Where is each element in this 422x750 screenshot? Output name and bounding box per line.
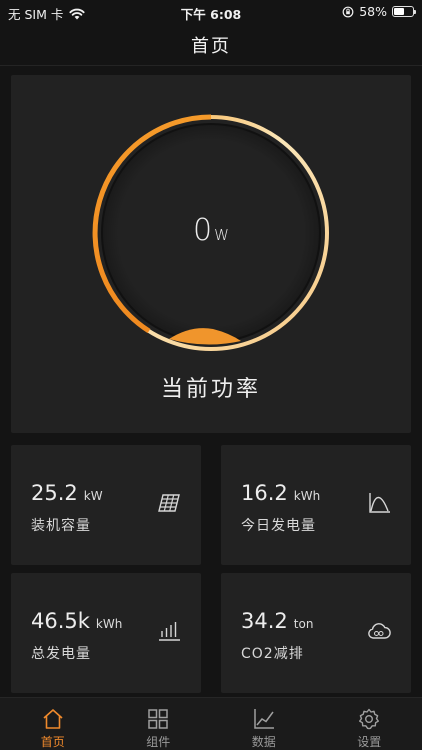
- tab-label: 组件: [146, 735, 171, 749]
- tab-data[interactable]: 数据: [211, 698, 317, 750]
- tab-home[interactable]: 首页: [0, 698, 106, 750]
- stat-value-row: 25.2 kW: [31, 481, 103, 505]
- tab-label: 设置: [357, 735, 382, 749]
- today-generation-card[interactable]: 16.2 kWh 今日发电量: [221, 445, 411, 565]
- current-power-card: 0W 当前功率: [11, 75, 411, 433]
- tab-label: 首页: [40, 735, 65, 749]
- gear-icon: [359, 708, 380, 730]
- stat-label: 装机容量: [31, 518, 91, 534]
- nav-bar: 首页: [0, 24, 422, 66]
- power-value: 0: [193, 213, 213, 248]
- grid-icon: [148, 709, 168, 729]
- battery-icon: [392, 6, 416, 17]
- stat-value-row: 16.2 kWh: [241, 481, 320, 505]
- stat-value: 25.2: [31, 481, 78, 505]
- solar-panel-icon: [158, 494, 180, 512]
- tab-components[interactable]: 组件: [106, 698, 212, 750]
- orientation-lock-icon: [342, 6, 354, 17]
- stat-unit: kWh: [95, 617, 123, 631]
- power-label: 当前功率: [160, 377, 261, 402]
- tab-settings[interactable]: 设置: [317, 698, 422, 750]
- stat-label: 总发电量: [31, 646, 91, 662]
- line-chart-icon: [254, 709, 274, 729]
- stat-unit: ton: [293, 617, 314, 631]
- battery-percent: 58%: [359, 4, 387, 19]
- installed-capacity-card[interactable]: 25.2 kW 装机容量: [11, 445, 201, 565]
- co2-cloud-icon: [368, 623, 391, 639]
- stat-label: 今日发电量: [241, 518, 316, 534]
- stat-unit: kWh: [293, 489, 321, 503]
- home-icon: [43, 709, 63, 729]
- battery-fill: [394, 8, 405, 15]
- co2-reduction-card[interactable]: 34.2 ton CO2减排: [221, 573, 411, 693]
- power-unit: W: [214, 226, 229, 244]
- stat-label: CO2减排: [241, 646, 304, 662]
- stat-value: 16.2: [241, 481, 288, 505]
- page-title: 首页: [191, 36, 231, 57]
- tab-bar: 首页 组件 数据 设置: [0, 697, 422, 750]
- status-bar: 无 SIM 卡 下午 6:08 58%: [0, 0, 422, 24]
- status-right: 58%: [342, 4, 416, 19]
- stat-value-row: 46.5k kWh: [31, 609, 122, 633]
- bar-chart-icon: [159, 622, 180, 641]
- total-generation-card[interactable]: 46.5k kWh 总发电量: [11, 573, 201, 693]
- stat-value: 34.2: [241, 609, 288, 633]
- stat-unit: kW: [83, 489, 103, 503]
- curve-chart-icon: [369, 493, 390, 513]
- tab-label: 数据: [251, 735, 276, 749]
- power-value-display: 0W: [91, 213, 331, 248]
- stat-value-row: 34.2 ton: [241, 609, 313, 633]
- stat-value: 46.5k: [31, 609, 90, 633]
